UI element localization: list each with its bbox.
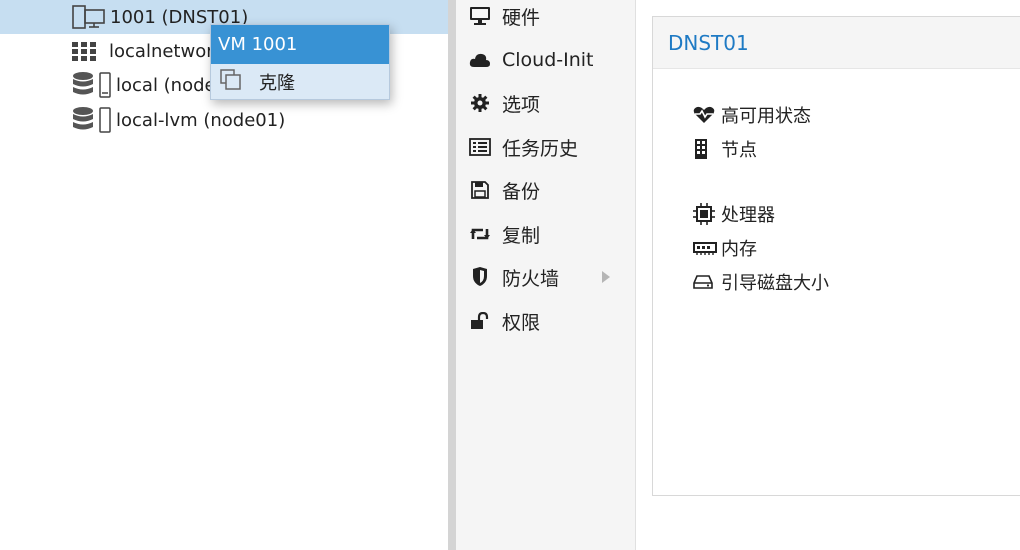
menu-item-options[interactable]: 选项: [456, 83, 636, 123]
tree-item-local-lvm-storage[interactable]: local-lvm (node01): [0, 103, 448, 137]
clone-label: 克隆: [259, 73, 295, 94]
menu-item-label: Cloud-Init: [502, 49, 594, 71]
panel-title: DNST01: [653, 17, 1020, 69]
menu-item-cloud-init[interactable]: Cloud-Init: [456, 40, 636, 80]
unlock-icon: [469, 310, 491, 332]
vm-icon: [72, 4, 106, 30]
menu-item-label: 硬件: [502, 6, 541, 29]
menu-item-replication[interactable]: 复制: [456, 214, 636, 254]
node-label: 节点: [721, 140, 757, 161]
save-icon: [469, 179, 491, 201]
memory-row: 内存: [693, 234, 757, 262]
storage-icon: [72, 71, 114, 99]
menu-item-label: 防火墙: [502, 267, 560, 290]
tree-item-label: localnetwork: [109, 40, 225, 62]
menu-item-label: 复制: [502, 224, 541, 247]
list-icon: [469, 136, 491, 158]
menu-item-backup[interactable]: 备份: [456, 170, 636, 210]
heartbeat-icon: [693, 104, 717, 126]
ha-status-label: 高可用状态: [721, 106, 811, 127]
ha-status-row: 高可用状态: [693, 101, 811, 129]
menu-item-label: 备份: [502, 180, 541, 203]
gear-icon: [469, 92, 491, 114]
cloud-icon: [469, 49, 491, 71]
menu-item-hardware[interactable]: 硬件: [456, 0, 636, 36]
boot-disk-row: 引导磁盘大小: [693, 268, 829, 296]
cpu-label: 处理器: [721, 205, 775, 226]
summary-panel: DNST01 高可用状态 节点 处理器 内存 引导磁盘大小: [652, 16, 1020, 496]
clone-icon: [220, 68, 242, 96]
shield-icon: [469, 266, 491, 288]
hdd-icon: [693, 271, 717, 293]
building-icon: [693, 138, 717, 160]
monitor-icon: [469, 5, 491, 27]
clone-menu-item[interactable]: 克隆: [211, 64, 389, 100]
grid-icon: [71, 41, 97, 61]
cpu-icon: [693, 203, 717, 225]
menu-item-task-history[interactable]: 任务历史: [456, 127, 636, 167]
retweet-icon: [469, 223, 491, 245]
menu-item-permissions[interactable]: 权限: [456, 301, 636, 341]
panel-splitter[interactable]: [448, 0, 456, 550]
vm-config-menu: 硬件 Cloud-Init 选项 任务历史 备份 复制 防火墙 权限: [456, 0, 636, 550]
menu-item-label: 选项: [502, 93, 541, 116]
menu-item-label: 权限: [502, 311, 541, 334]
boot-disk-label: 引导磁盘大小: [721, 273, 829, 294]
memory-icon: [693, 237, 717, 259]
submenu-arrow-icon: [602, 271, 610, 283]
node-row: 节点: [693, 135, 757, 163]
menu-item-label: 任务历史: [502, 137, 579, 160]
memory-label: 内存: [721, 239, 757, 260]
context-menu-title: VM 1001: [211, 25, 389, 64]
vm-context-menu: VM 1001 克隆: [210, 24, 390, 100]
tree-item-label: local-lvm (node01): [116, 109, 286, 131]
storage-icon: [72, 106, 114, 134]
cpu-row: 处理器: [693, 200, 775, 228]
menu-item-firewall[interactable]: 防火墙: [456, 257, 636, 297]
